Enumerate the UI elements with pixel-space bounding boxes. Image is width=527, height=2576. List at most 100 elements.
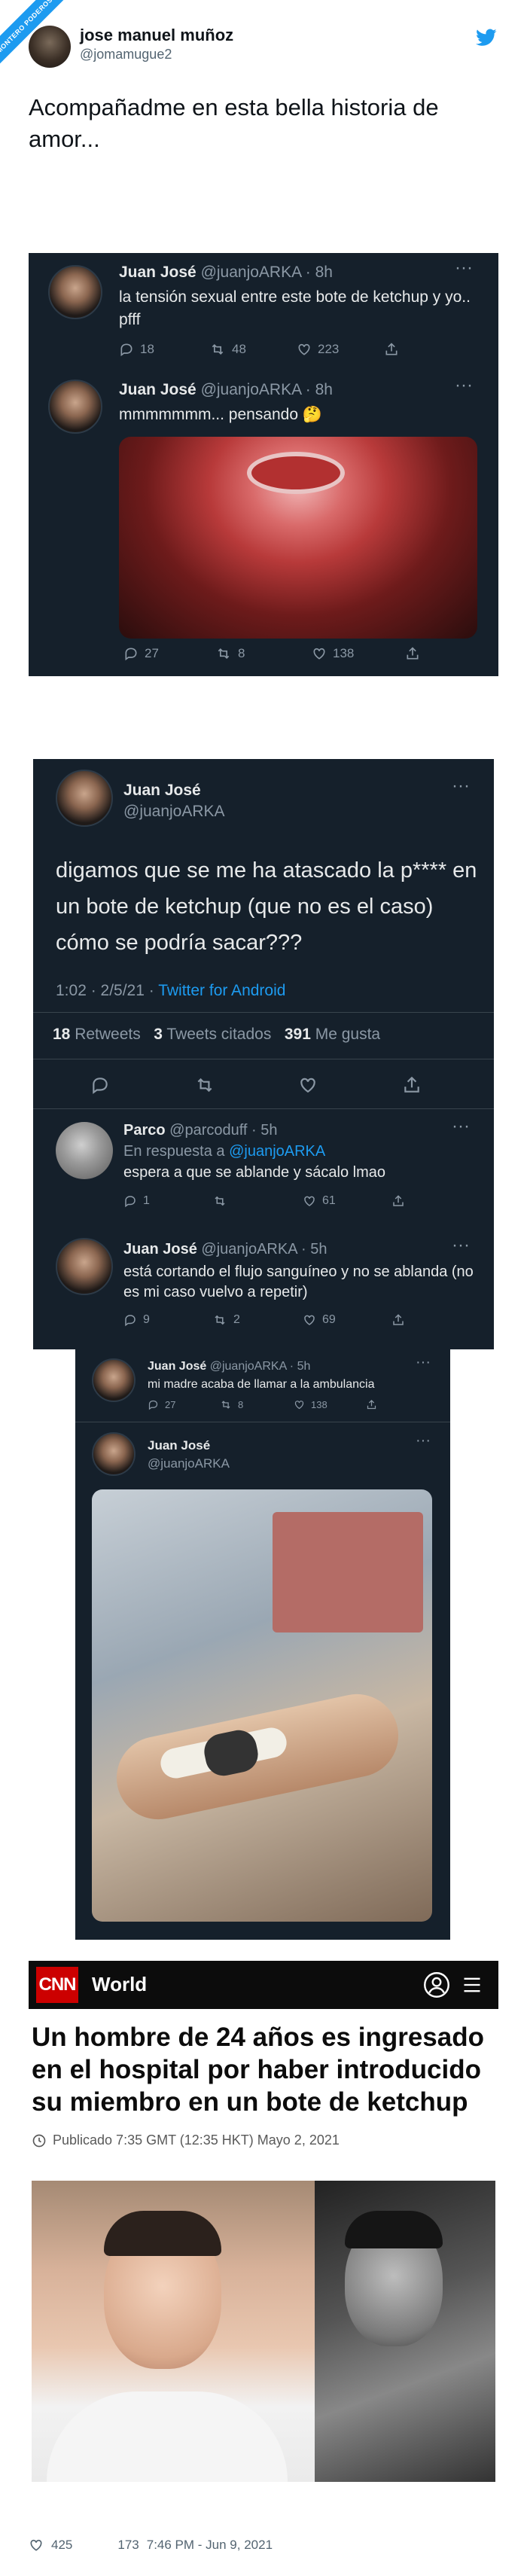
avatar[interactable] bbox=[29, 26, 71, 68]
like-count: 425 bbox=[51, 2538, 73, 2552]
time-text: 1:02 · 2/5/21 · bbox=[56, 982, 159, 999]
avatar[interactable] bbox=[56, 1238, 113, 1295]
avatar[interactable] bbox=[48, 380, 102, 434]
avatar[interactable] bbox=[56, 1122, 113, 1179]
author-name[interactable]: jose manuel muñoz bbox=[80, 26, 233, 45]
retweet-button[interactable] bbox=[194, 1075, 215, 1095]
like-count: 223 bbox=[318, 342, 340, 356]
article-photo-left[interactable] bbox=[32, 2181, 315, 2482]
likes-label[interactable]: Me gusta bbox=[315, 1026, 380, 1043]
shirt bbox=[47, 2392, 288, 2482]
tweet-text: Acompañadme en esta bella historia de am… bbox=[29, 94, 439, 152]
share-button[interactable] bbox=[402, 1075, 422, 1095]
author-handle[interactable]: @juanjoARKA · 8h bbox=[201, 264, 333, 281]
more-icon[interactable]: ··· bbox=[452, 1116, 470, 1137]
retweet-icon bbox=[218, 648, 230, 660]
section-title[interactable]: World bbox=[92, 1973, 147, 1996]
account-icon[interactable] bbox=[423, 1971, 450, 1998]
like-button[interactable]: 69 bbox=[303, 1313, 336, 1327]
author-handle[interactable]: @jomamugue2 bbox=[80, 47, 172, 62]
share-button[interactable] bbox=[366, 1399, 377, 1410]
reply-button[interactable]: 27 bbox=[148, 1399, 175, 1410]
cnn-logo[interactable]: CNN bbox=[36, 1967, 78, 2003]
author-name[interactable]: Juan José bbox=[148, 1438, 210, 1453]
retweet-button[interactable]: 8 bbox=[215, 646, 245, 661]
reply-to-handle[interactable]: @juanjoARKA bbox=[229, 1143, 325, 1160]
like-button[interactable]: 61 bbox=[303, 1194, 336, 1208]
like-button[interactable]: 223 bbox=[297, 342, 339, 357]
quotes-label[interactable]: Tweets citados bbox=[166, 1026, 271, 1043]
tweet-text: espera a que se ablande y sácalo lmao bbox=[123, 1164, 386, 1181]
author-handle[interactable]: @parcoduff · 5h bbox=[169, 1122, 277, 1139]
more-icon[interactable]: ··· bbox=[455, 375, 473, 396]
reply-count: 27 bbox=[165, 1399, 176, 1410]
menu-icon[interactable] bbox=[461, 1974, 483, 1995]
publish-date: Publicado 7:35 GMT (12:35 HKT) Mayo 2, 2… bbox=[53, 2132, 340, 2148]
share-button[interactable] bbox=[384, 342, 399, 357]
author-name[interactable]: Juan José bbox=[123, 782, 201, 800]
likes-count[interactable]: 391 bbox=[285, 1026, 311, 1043]
retweet-button[interactable]: 2 bbox=[212, 1313, 240, 1327]
heart-icon bbox=[304, 1196, 315, 1206]
author-name[interactable]: Juan José bbox=[119, 381, 196, 398]
share-button[interactable] bbox=[391, 1194, 405, 1208]
cnn-header: CNN World bbox=[29, 1961, 498, 2009]
tweet-photo[interactable] bbox=[92, 1489, 432, 1922]
tweet-photo[interactable] bbox=[119, 437, 477, 639]
author-handle[interactable]: @juanjoARKA · 5h bbox=[210, 1360, 311, 1373]
article-photo-right[interactable] bbox=[315, 2181, 495, 2482]
avatar[interactable] bbox=[48, 265, 102, 319]
retweet-icon bbox=[221, 1401, 230, 1409]
like-button[interactable]: 138 bbox=[312, 646, 354, 661]
retweet-button[interactable]: 8 bbox=[220, 1399, 243, 1410]
share-icon bbox=[367, 1399, 376, 1410]
heart-icon[interactable] bbox=[29, 2538, 44, 2553]
retweets-label[interactable]: Retweets bbox=[75, 1026, 141, 1043]
twitter-bird-icon[interactable] bbox=[476, 29, 497, 47]
author-handle[interactable]: @juanjoARKA bbox=[148, 1456, 230, 1471]
reply-button[interactable] bbox=[90, 1075, 110, 1095]
more-icon[interactable]: ··· bbox=[416, 1432, 431, 1450]
author-handle[interactable]: @juanjoARKA · 5h bbox=[201, 1241, 327, 1258]
avatar[interactable] bbox=[92, 1432, 136, 1476]
reply-to-prefix: En respuesta a bbox=[123, 1143, 230, 1160]
tweet-header: Juan José @juanjoARKA · 5h bbox=[148, 1360, 310, 1373]
author-name[interactable]: Parco bbox=[123, 1122, 166, 1139]
like-button[interactable]: 138 bbox=[294, 1399, 327, 1410]
tweet-text: mmmmmmm... pensando 🤔 bbox=[119, 406, 323, 423]
more-icon[interactable]: ··· bbox=[452, 776, 470, 797]
heart-icon bbox=[304, 1315, 315, 1325]
reply-button[interactable]: 1 bbox=[123, 1194, 150, 1208]
author-handle[interactable]: @juanjoARKA bbox=[123, 803, 225, 821]
tweet-header: Juan José @juanjoARKA · 5h bbox=[123, 1241, 327, 1258]
reply-button[interactable]: 27 bbox=[123, 646, 159, 661]
retweet-button[interactable]: 48 bbox=[209, 342, 246, 357]
reply-button[interactable]: 9 bbox=[123, 1313, 150, 1327]
footer-stats: 425 173 7:46 PM - Jun 9, 2021 bbox=[29, 2538, 273, 2553]
more-icon[interactable]: ··· bbox=[452, 1235, 470, 1256]
retweet-button[interactable] bbox=[212, 1194, 233, 1208]
share-button[interactable] bbox=[391, 1313, 405, 1327]
reply-button[interactable]: 18 bbox=[119, 342, 154, 357]
author-name[interactable]: Juan José bbox=[123, 1241, 197, 1258]
share-icon bbox=[407, 647, 419, 660]
share-button[interactable] bbox=[405, 646, 420, 661]
author-handle[interactable]: @juanjoARKA · 8h bbox=[201, 381, 333, 398]
tweet-timestamp[interactable]: 7:46 PM - Jun 9, 2021 bbox=[147, 2538, 273, 2553]
avatar[interactable] bbox=[92, 1358, 136, 1402]
reply-icon bbox=[120, 343, 133, 357]
like-button[interactable] bbox=[298, 1075, 318, 1095]
heart-icon bbox=[313, 648, 325, 660]
retweet-count: 173 bbox=[117, 2538, 139, 2552]
avatar[interactable] bbox=[56, 770, 113, 827]
quotes-count[interactable]: 3 bbox=[154, 1026, 163, 1043]
client-link[interactable]: Twitter for Android bbox=[158, 982, 285, 999]
retweet-count: 48 bbox=[232, 342, 246, 356]
more-icon[interactable]: ··· bbox=[455, 258, 473, 279]
tweet-header: Juan José @juanjoARKA · 8h bbox=[119, 381, 333, 399]
more-icon[interactable]: ··· bbox=[416, 1354, 431, 1371]
retweet-count: 8 bbox=[238, 1399, 244, 1410]
retweets-count[interactable]: 18 bbox=[53, 1026, 70, 1043]
author-name[interactable]: Juan José bbox=[148, 1360, 206, 1373]
author-name[interactable]: Juan José bbox=[119, 264, 196, 281]
